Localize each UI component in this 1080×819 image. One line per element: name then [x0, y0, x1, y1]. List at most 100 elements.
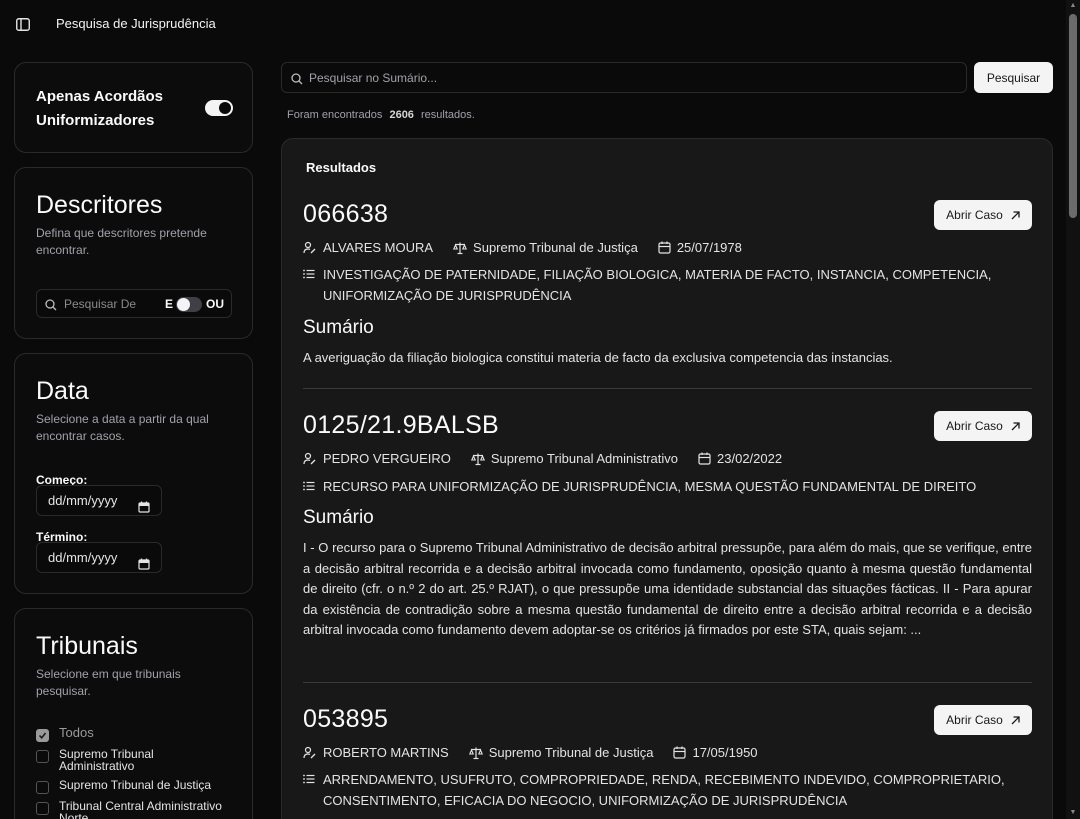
relator: ALVARES MOURA: [303, 240, 433, 255]
scroll-down-arrow-icon[interactable]: ▼: [1069, 809, 1077, 817]
results-card: Resultados 066638 Abrir Caso ALVARES MOU…: [281, 138, 1053, 819]
search-button[interactable]: Pesquisar: [974, 62, 1053, 93]
checkbox[interactable]: [36, 750, 49, 763]
list-icon: [303, 269, 315, 279]
tribunal: Supremo Tribunal Administrativo: [470, 451, 679, 466]
descritores-search-input[interactable]: [64, 295, 136, 313]
case-meta: ALVARES MOURA Supremo Tribunal de Justiç…: [303, 240, 762, 255]
switch-knob: [177, 298, 190, 311]
tribunal: Supremo Tribunal de Justiça: [468, 745, 654, 760]
calendar-icon: [698, 452, 711, 465]
tribunais-title: Tribunais: [36, 632, 138, 660]
checkbox[interactable]: [36, 802, 49, 815]
search-icon: [291, 72, 303, 90]
end-date-input[interactable]: dd/mm/yyyy: [36, 542, 162, 573]
start-date-input[interactable]: dd/mm/yyyy: [36, 485, 162, 516]
summary-search-input[interactable]: [309, 69, 909, 87]
tribunal-option-label: Supremo Tribunal Administrativo: [59, 747, 154, 773]
descritores-subtitle: Defina que descritores pretende encontra…: [36, 226, 207, 257]
date: 25/07/1978: [658, 240, 742, 255]
user-pen-icon: [303, 241, 316, 253]
calendar-icon[interactable]: [138, 494, 150, 523]
open-case-label: Abrir Caso: [946, 419, 1003, 433]
case-id: 0125/21.9BALSB: [303, 411, 500, 439]
scale-icon: [470, 453, 485, 465]
tribunal-name: Supremo Tribunal Administrativo: [490, 451, 679, 466]
relator: ROBERTO MARTINS: [303, 745, 449, 760]
uniformizadores-switch[interactable]: [205, 100, 233, 116]
result-divider: [303, 682, 1032, 683]
open-case-button[interactable]: Abrir Caso: [934, 200, 1032, 230]
page-title: Pesquisa de Jurisprudência: [56, 16, 216, 31]
arrow-up-right-icon: [1011, 210, 1020, 219]
user-pen-icon: [303, 452, 316, 464]
calendar-icon: [658, 241, 671, 254]
calendar-icon: [673, 746, 687, 759]
tribunal-option-label: Todos: [59, 725, 94, 740]
data-title: Data: [36, 377, 89, 405]
tribunal-option-sta[interactable]: Supremo Tribunal Administrativo: [36, 748, 229, 772]
uniformizadores-filter-card: Apenas Acordãos Uniformizadores: [14, 62, 253, 153]
tribunal-option-todos[interactable]: Todos: [36, 725, 229, 745]
date: 23/02/2022: [698, 451, 782, 466]
case-tags: INVESTIGAÇÃO DE PATERNIDADE, FILIAÇÃO BI…: [303, 264, 1023, 306]
summary-heading: Sumário: [303, 507, 374, 528]
tags-text: RECURSO PARA UNIFORMIZAÇÃO DE JURISPRUDÊ…: [323, 479, 977, 494]
scale-icon: [468, 747, 483, 759]
case-tags: ARRENDAMENTO, USUFRUTO, COMPROPRIEDADE, …: [303, 769, 1023, 811]
descritores-title: Descritores: [36, 191, 163, 219]
case-date: 23/02/2022: [717, 451, 783, 466]
open-case-label: Abrir Caso: [946, 713, 1003, 727]
checkbox[interactable]: [36, 781, 49, 794]
date: 17/05/1950: [673, 745, 758, 760]
summary-text: I - O recurso para o Supremo Tribunal Ad…: [303, 540, 1032, 637]
tribunal-option-tcan[interactable]: Tribunal Central Administrativo Norte: [36, 800, 229, 819]
scroll-thumb[interactable]: [1069, 14, 1077, 218]
tribunais-card: Tribunais Selecione em que tribunais pes…: [14, 608, 253, 819]
summary-heading: Sumário: [303, 317, 374, 338]
results-count-value: 2606: [389, 109, 414, 121]
uniformizadores-label: Apenas Acordãos Uniformizadores: [36, 88, 163, 129]
case-date: 17/05/1950: [692, 745, 758, 760]
user-pen-icon: [303, 746, 316, 758]
sidebar-toggle-icon[interactable]: [14, 15, 32, 33]
results-title: Resultados: [306, 160, 377, 175]
search-icon: [45, 298, 57, 316]
list-icon: [303, 481, 315, 491]
tribunais-subtitle: Selecione em que tribunais pesquisar.: [36, 667, 181, 698]
relator: PEDRO VERGUEIRO: [303, 451, 451, 466]
descritores-card: Descritores Defina que descritores prete…: [14, 167, 253, 339]
results-count-prefix: Foram encontrados: [287, 109, 383, 121]
relator-name: ROBERTO MARTINS: [323, 745, 449, 760]
case-meta: ROBERTO MARTINS Supremo Tribunal de Just…: [303, 745, 778, 760]
case-meta: PEDRO VERGUEIRO Supremo Tribunal Adminis…: [303, 451, 802, 466]
results-count-suffix: resultados.: [421, 109, 475, 121]
case-id: 053895: [303, 705, 389, 733]
tags-text: INVESTIGAÇÃO DE PATERNIDADE, FILIAÇÃO BI…: [323, 267, 992, 303]
or-label: OU: [206, 297, 224, 311]
open-case-button[interactable]: Abrir Caso: [934, 411, 1032, 441]
open-case-button[interactable]: Abrir Caso: [934, 705, 1032, 735]
top-bar: Pesquisa de Jurisprudência: [0, 0, 1066, 48]
tribunal-name: Supremo Tribunal de Justiça: [473, 240, 638, 255]
relator-name: PEDRO VERGUEIRO: [323, 451, 451, 466]
and-or-switch[interactable]: [176, 297, 202, 312]
tribunal-name: Supremo Tribunal de Justiça: [488, 745, 654, 760]
checkbox[interactable]: [36, 729, 49, 742]
tribunal-option-stj[interactable]: Supremo Tribunal de Justiça: [36, 779, 229, 797]
relator-name: ALVARES MOURA: [323, 240, 434, 255]
tribunal-option-label: Supremo Tribunal de Justiça: [59, 778, 212, 792]
arrow-up-right-icon: [1011, 715, 1020, 724]
summary-text: A averiguação da filiação biologica cons…: [303, 350, 893, 365]
case-tags: RECURSO PARA UNIFORMIZAÇÃO DE JURISPRUDÊ…: [303, 476, 1023, 497]
scroll-up-arrow-icon[interactable]: ▲: [1069, 2, 1077, 10]
page-scrollbar[interactable]: ▲ ▼: [1066, 0, 1080, 819]
end-date-placeholder: dd/mm/yyyy: [48, 550, 118, 565]
summary-search: [281, 62, 967, 93]
results-count: Foram encontrados 2606 resultados.: [287, 109, 475, 121]
list-icon: [303, 774, 315, 784]
calendar-icon[interactable]: [138, 551, 150, 580]
open-case-label: Abrir Caso: [946, 208, 1003, 222]
tags-text: ARRENDAMENTO, USUFRUTO, COMPROPRIEDADE, …: [323, 772, 1005, 808]
descritores-search: E OU: [36, 289, 232, 318]
